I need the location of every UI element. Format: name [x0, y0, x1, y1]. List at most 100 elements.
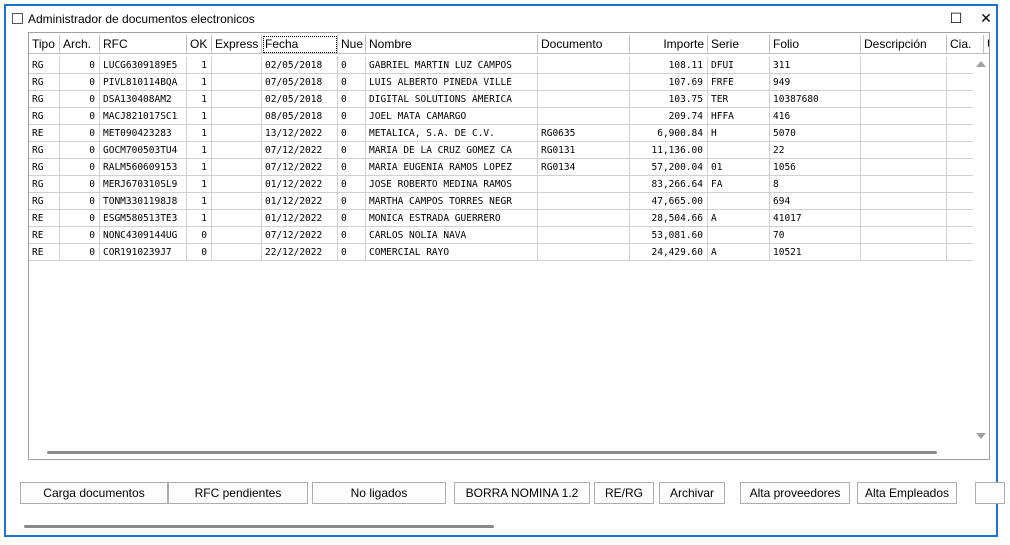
bottom-scroll-thumb[interactable] [24, 525, 494, 528]
table-cell[interactable]: 1 [187, 210, 212, 227]
table-cell[interactable]: RG [29, 193, 60, 210]
action-button-3[interactable]: BORRA NOMINA 1.2 [454, 482, 590, 504]
column-header-4[interactable]: Express [212, 35, 262, 54]
table-cell[interactable]: 108.11 [630, 57, 708, 74]
table-cell[interactable]: DSA130408AM2 [100, 91, 187, 108]
table-cell[interactable] [861, 57, 947, 74]
table-cell[interactable] [538, 108, 630, 125]
table-row[interactable]: RG 0 LUCG6309189E5 1 02/05/2018 0 GABRIEL MART… [29, 57, 984, 74]
table-cell[interactable]: DIGITAL SOLUTIONS AMERICA [366, 91, 538, 108]
table-cell[interactable]: 1 [187, 142, 212, 159]
table-cell[interactable]: METALICA, S.A. DE C.V. [366, 125, 538, 142]
column-header-13[interactable]: Cia. [947, 35, 984, 54]
table-cell[interactable]: RG [29, 176, 60, 193]
column-header-7[interactable]: Nombre [366, 35, 538, 54]
table-cell[interactable]: RG [29, 74, 60, 91]
table-row[interactable]: RG 0 MACJ821017SC1 1 08/05/2018 0 JOEL MATA CA… [29, 108, 984, 125]
table-cell[interactable]: RG0635 [538, 125, 630, 142]
table-cell[interactable]: RG [29, 142, 60, 159]
table-cell[interactable] [861, 210, 947, 227]
table-cell[interactable]: 416 [770, 108, 861, 125]
table-cell[interactable]: 0 [338, 142, 366, 159]
column-header-5[interactable]: Fecha [262, 35, 338, 54]
table-cell[interactable]: JOEL MATA CAMARGO [366, 108, 538, 125]
table-cell[interactable]: RG [29, 108, 60, 125]
table-cell[interactable] [708, 142, 770, 159]
table-cell[interactable]: 0 [60, 159, 100, 176]
table-cell[interactable]: 01 [708, 159, 770, 176]
horizontal-scrollbar[interactable] [29, 445, 973, 459]
table-cell[interactable] [861, 176, 947, 193]
table-cell[interactable]: 0 [338, 159, 366, 176]
table-cell[interactable] [538, 227, 630, 244]
table-cell[interactable] [212, 108, 262, 125]
table-cell[interactable]: RG [29, 159, 60, 176]
table-cell[interactable]: 0 [60, 108, 100, 125]
table-cell[interactable]: 103.75 [630, 91, 708, 108]
action-button-6[interactable]: Alta proveedores [740, 482, 850, 504]
table-cell[interactable]: 107.69 [630, 74, 708, 91]
action-button-0[interactable]: Carga documentos [20, 482, 168, 504]
table-cell[interactable] [861, 108, 947, 125]
table-cell[interactable] [861, 193, 947, 210]
table-cell[interactable]: 0 [60, 91, 100, 108]
table-cell[interactable]: 28,504.66 [630, 210, 708, 227]
table-cell[interactable] [538, 193, 630, 210]
column-header-10[interactable]: Serie [708, 35, 770, 54]
window-checkbox[interactable] [12, 13, 23, 24]
table-cell[interactable]: GOCM700503TU4 [100, 142, 187, 159]
table-cell[interactable]: 10387680 [770, 91, 861, 108]
table-cell[interactable]: 5070 [770, 125, 861, 142]
table-cell[interactable]: 22 [770, 142, 861, 159]
table-cell[interactable]: H [708, 125, 770, 142]
close-icon[interactable]: ✕ [972, 8, 1000, 28]
table-cell[interactable]: 53,081.60 [630, 227, 708, 244]
table-cell[interactable]: 0 [60, 227, 100, 244]
column-header-8[interactable]: Documento [538, 35, 630, 54]
table-cell[interactable]: 311 [770, 57, 861, 74]
table-cell[interactable] [538, 176, 630, 193]
table-cell[interactable]: COMERCIAL RAYO [366, 244, 538, 261]
table-cell[interactable] [708, 193, 770, 210]
table-cell[interactable]: 0 [338, 125, 366, 142]
table-cell[interactable] [212, 227, 262, 244]
table-cell[interactable]: COR1910239J7 [100, 244, 187, 261]
column-header-2[interactable]: RFC [100, 35, 187, 54]
table-cell[interactable]: DFUI [708, 57, 770, 74]
table-cell[interactable]: RG0131 [538, 142, 630, 159]
column-header-11[interactable]: Folio [770, 35, 861, 54]
table-cell[interactable]: 01/12/2022 [262, 176, 338, 193]
column-header-1[interactable]: Arch. [60, 35, 100, 54]
table-row[interactable]: RE 0 COR1910239J7 0 22/12/2022 0 COMERCIAL RAY… [29, 244, 984, 261]
table-cell[interactable]: 41017 [770, 210, 861, 227]
table-cell[interactable]: 949 [770, 74, 861, 91]
column-header-3[interactable]: OK [187, 35, 212, 54]
table-cell[interactable] [538, 74, 630, 91]
table-cell[interactable]: TER [708, 91, 770, 108]
table-cell[interactable]: 10521 [770, 244, 861, 261]
table-row[interactable]: RG 0 RALM560609153 1 07/12/2022 0 MARIA EUGENI… [29, 159, 984, 176]
table-cell[interactable]: GABRIEL MARTIN LUZ CAMPOS [366, 57, 538, 74]
table-cell[interactable] [861, 244, 947, 261]
table-cell[interactable] [212, 57, 262, 74]
action-button-8[interactable] [975, 482, 1005, 504]
column-header-6[interactable]: Nue [338, 35, 366, 54]
table-cell[interactable]: 0 [60, 142, 100, 159]
table-cell[interactable] [212, 210, 262, 227]
table-cell[interactable]: FRFE [708, 74, 770, 91]
table-cell[interactable]: 01/12/2022 [262, 210, 338, 227]
table-cell[interactable]: 02/05/2018 [262, 91, 338, 108]
table-cell[interactable]: 0 [60, 193, 100, 210]
scroll-up-icon[interactable] [976, 61, 986, 67]
table-cell[interactable]: 07/05/2018 [262, 74, 338, 91]
table-cell[interactable]: MARIA DE LA CRUZ GOMEZ CA [366, 142, 538, 159]
table-cell[interactable] [212, 244, 262, 261]
table-cell[interactable]: 0 [187, 244, 212, 261]
table-cell[interactable]: FA [708, 176, 770, 193]
table-cell[interactable]: LUIS ALBERTO PINEDA VILLE [366, 74, 538, 91]
table-cell[interactable]: RE [29, 227, 60, 244]
table-cell[interactable] [212, 176, 262, 193]
table-cell[interactable]: A [708, 210, 770, 227]
table-cell[interactable]: 1 [187, 159, 212, 176]
table-cell[interactable]: RG [29, 91, 60, 108]
